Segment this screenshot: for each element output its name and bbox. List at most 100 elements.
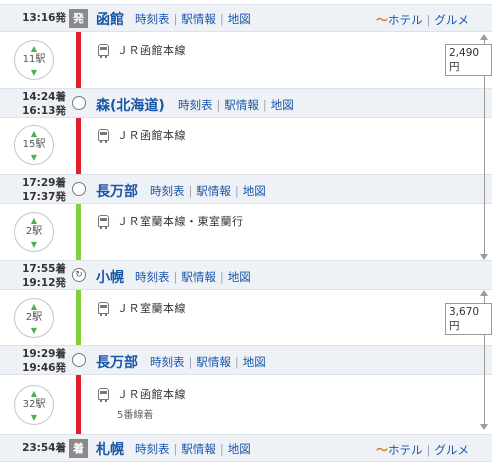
- departure-badge: 発: [69, 9, 88, 28]
- line-name: ＪＲ函館本線: [117, 44, 186, 57]
- station-name[interactable]: 長万部: [96, 181, 138, 201]
- timetable-link[interactable]: 時刻表: [150, 184, 185, 198]
- departure-time: 13:16発: [22, 12, 66, 24]
- hotel-link[interactable]: ホテル: [388, 13, 423, 27]
- timetable-link[interactable]: 時刻表: [135, 270, 170, 284]
- gourmet-link[interactable]: グルメ: [434, 13, 469, 27]
- arrival-time: 19:29着: [22, 348, 66, 360]
- departure-time: 19:46発: [22, 362, 66, 374]
- station-marker: [72, 96, 86, 110]
- timetable-link[interactable]: 時刻表: [135, 12, 170, 26]
- station-name[interactable]: 函館: [96, 9, 124, 29]
- hotel-logo-icon: ～: [376, 443, 389, 457]
- station-row-sapporo: 23:54着 着 札幌 時刻表 | 駅情報 | 地図 ～ホテル | グルメ: [0, 434, 492, 462]
- arrival-badge: 着: [69, 439, 88, 458]
- stop-count-label: 32駅: [22, 399, 46, 410]
- train-icon: [98, 215, 109, 229]
- expand-up-icon[interactable]: ▲: [15, 217, 53, 225]
- departure-time: 16:13発: [22, 105, 66, 117]
- arrival-time: 14:24着: [22, 91, 66, 103]
- departure-time: 17:37発: [22, 191, 66, 203]
- divider: |: [219, 12, 224, 26]
- expand-down-icon[interactable]: ▼: [15, 69, 53, 77]
- station-extras: ～ホテル | グルメ: [376, 441, 469, 458]
- expand-down-icon[interactable]: ▼: [15, 414, 53, 422]
- divider: |: [173, 12, 178, 26]
- platform-info: 5番線着: [117, 410, 154, 421]
- train-icon: [98, 44, 109, 58]
- stop-count: ▲ 32駅 ▼: [14, 385, 54, 425]
- map-link[interactable]: 地図: [243, 184, 266, 198]
- divider: |: [426, 13, 431, 27]
- divider: |: [173, 442, 178, 456]
- station-links: 時刻表 | 駅情報 | 地図: [150, 183, 266, 199]
- expand-up-icon[interactable]: ▲: [15, 303, 53, 311]
- expand-up-icon[interactable]: ▲: [15, 130, 53, 138]
- gourmet-link[interactable]: グルメ: [434, 443, 469, 457]
- transfer-icon: ↻: [72, 268, 86, 282]
- departure-time: 19:12発: [22, 277, 66, 289]
- station-links: 時刻表 | 駅情報 | 地図: [135, 441, 251, 457]
- line-name: ＪＲ室蘭本線: [117, 302, 186, 315]
- station-marker: [72, 182, 86, 196]
- station-info-link[interactable]: 駅情報: [181, 270, 216, 284]
- stop-count-label: 15駅: [22, 139, 46, 150]
- station-name[interactable]: 森(北海道): [96, 95, 165, 115]
- expand-down-icon[interactable]: ▼: [15, 241, 53, 249]
- timetable-link[interactable]: 時刻表: [150, 355, 185, 369]
- station-links: 時刻表 | 駅情報 | 地図: [150, 354, 266, 370]
- divider: |: [173, 270, 178, 284]
- expand-down-icon[interactable]: ▼: [15, 154, 53, 162]
- map-link[interactable]: 地図: [243, 355, 266, 369]
- map-link[interactable]: 地図: [228, 270, 251, 284]
- expand-up-icon[interactable]: ▲: [15, 45, 53, 53]
- divider: |: [219, 442, 224, 456]
- fare-range-end-icon: [480, 424, 488, 430]
- station-info-link[interactable]: 駅情報: [181, 442, 216, 456]
- station-links: 時刻表 | 駅情報 | 地図: [135, 269, 251, 285]
- stop-count: ▲ 2駅 ▼: [14, 212, 54, 252]
- line-name: ＪＲ函館本線: [117, 388, 186, 401]
- stop-count: ▲ 15駅 ▼: [14, 125, 54, 165]
- stop-count-label: 2駅: [25, 226, 43, 237]
- fare-amount: 2,490円: [445, 44, 492, 76]
- divider: |: [234, 184, 239, 198]
- hotel-link[interactable]: ホテル: [388, 443, 423, 457]
- expand-down-icon[interactable]: ▼: [15, 327, 53, 335]
- map-link[interactable]: 地図: [228, 442, 251, 456]
- station-name[interactable]: 小幌: [96, 267, 124, 287]
- stop-count: ▲ 11駅 ▼: [14, 40, 54, 80]
- station-info-link[interactable]: 駅情報: [196, 355, 231, 369]
- stop-count-label: 11駅: [22, 54, 46, 65]
- station-links: 時刻表 | 駅情報 | 地図: [178, 97, 294, 113]
- station-name[interactable]: 札幌: [96, 439, 124, 459]
- line-name: ＪＲ函館本線: [117, 129, 186, 142]
- arrival-time: 17:55着: [22, 263, 66, 275]
- fare-range-end-icon: [480, 254, 488, 260]
- station-info-link[interactable]: 駅情報: [224, 98, 259, 112]
- divider: |: [262, 98, 267, 112]
- divider: |: [188, 184, 193, 198]
- divider: |: [234, 355, 239, 369]
- line-name: ＪＲ室蘭本線・東室蘭行: [117, 215, 244, 228]
- map-link[interactable]: 地図: [271, 98, 294, 112]
- station-extras: ～ホテル | グルメ: [376, 11, 469, 28]
- stop-count: ▲ 2駅 ▼: [14, 298, 54, 338]
- timetable-link[interactable]: 時刻表: [178, 98, 213, 112]
- divider: |: [426, 443, 431, 457]
- train-icon: [98, 388, 109, 402]
- hotel-logo-icon: ～: [376, 13, 389, 27]
- train-icon: [98, 302, 109, 316]
- divider: |: [216, 98, 221, 112]
- station-info-link[interactable]: 駅情報: [196, 184, 231, 198]
- timetable-link[interactable]: 時刻表: [135, 442, 170, 456]
- station-info-link[interactable]: 駅情報: [181, 12, 216, 26]
- train-icon: [98, 129, 109, 143]
- arrival-time: 17:29着: [22, 177, 66, 189]
- station-links: 時刻表 | 駅情報 | 地図: [135, 11, 251, 27]
- station-name[interactable]: 長万部: [96, 352, 138, 372]
- map-link[interactable]: 地図: [228, 12, 251, 26]
- expand-up-icon[interactable]: ▲: [15, 390, 53, 398]
- fare-amount: 3,670円: [445, 303, 492, 335]
- arrival-time: 23:54着: [22, 442, 66, 454]
